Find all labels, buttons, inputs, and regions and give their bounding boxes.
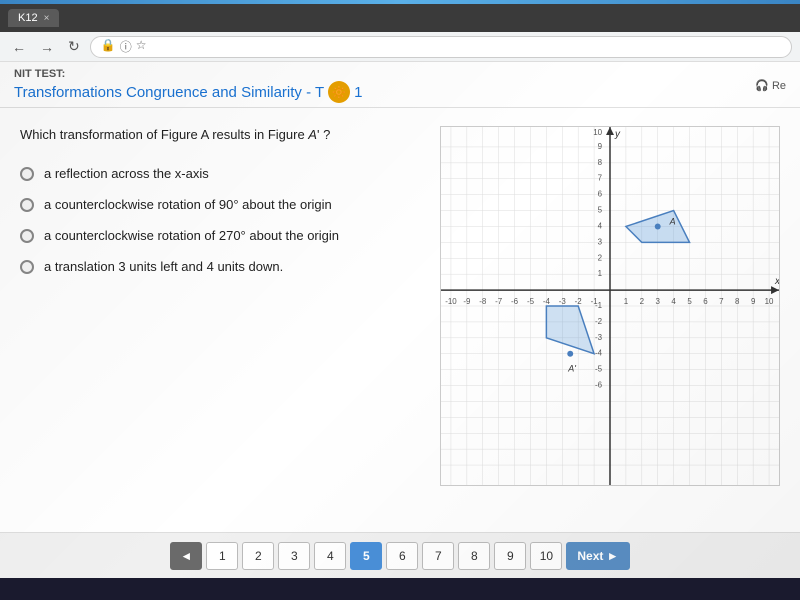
unit-header: NIT TEST: Transformations Congruence and…	[0, 62, 800, 108]
address-icons: 🔒 ⓘ ☆	[101, 38, 147, 55]
radio-c[interactable]	[20, 229, 34, 243]
svg-text:8: 8	[598, 158, 603, 167]
svg-text:6: 6	[598, 190, 603, 199]
graph-container: -1 -2 -3 -4 -5 -6 -7 -8 -9 -10 1 2 3 4 5…	[440, 126, 780, 486]
svg-text:6: 6	[703, 297, 708, 306]
options-list: a reflection across the x-axis a counter…	[20, 166, 420, 274]
page-3-button[interactable]: 3	[278, 542, 310, 570]
page-content: NIT TEST: Transformations Congruence and…	[0, 62, 800, 578]
lock-icon: 🔒	[101, 38, 116, 55]
page-5-button[interactable]: 5	[350, 542, 382, 570]
title-suffix: 1	[354, 84, 362, 101]
nav-bar: ← → ↻ 🔒 ⓘ ☆	[0, 32, 800, 62]
option-d[interactable]: a translation 3 units left and 4 units d…	[20, 259, 420, 274]
page-7-button[interactable]: 7	[422, 542, 454, 570]
page-4-button[interactable]: 4	[314, 542, 346, 570]
svg-text:-4: -4	[595, 349, 603, 358]
option-c-text: a counterclockwise rotation of 270° abou…	[44, 228, 339, 243]
option-a-text: a reflection across the x-axis	[44, 166, 209, 181]
coordinate-graph: -1 -2 -3 -4 -5 -6 -7 -8 -9 -10 1 2 3 4 5…	[441, 127, 779, 485]
svg-text:5: 5	[598, 206, 603, 215]
re-label: Re	[772, 80, 786, 92]
svg-text:9: 9	[751, 297, 756, 306]
svg-text:-4: -4	[543, 297, 551, 306]
prev-page-button[interactable]: ◄	[170, 542, 202, 570]
svg-text:2: 2	[598, 253, 603, 262]
browser-chrome: K12 ×	[0, 4, 800, 32]
browser-tab[interactable]: K12 ×	[8, 9, 59, 27]
svg-text:-6: -6	[595, 381, 603, 390]
option-a[interactable]: a reflection across the x-axis	[20, 166, 420, 181]
svg-text:-8: -8	[479, 297, 487, 306]
svg-text:7: 7	[719, 297, 724, 306]
figure-a-point	[655, 223, 661, 229]
back-button[interactable]: ←	[8, 37, 30, 57]
svg-text:3: 3	[656, 297, 661, 306]
page-8-button[interactable]: 8	[458, 542, 490, 570]
svg-text:-9: -9	[463, 297, 471, 306]
page-9-button[interactable]: 9	[494, 542, 526, 570]
question-area: Which transformation of Figure A results…	[0, 108, 800, 528]
page-2-button[interactable]: 2	[242, 542, 274, 570]
question-left: Which transformation of Figure A results…	[20, 126, 420, 518]
svg-text:-5: -5	[527, 297, 535, 306]
radio-b[interactable]	[20, 198, 34, 212]
svg-text:10: 10	[765, 297, 774, 306]
unit-title: Transformations Congruence and Similarit…	[14, 81, 362, 103]
svg-text:5: 5	[687, 297, 692, 306]
svg-text:1: 1	[624, 297, 629, 306]
pagination-bar: ◄ 1 2 3 4 5 6 7 8 9 10 Next ►	[0, 532, 800, 578]
address-bar[interactable]: 🔒 ⓘ ☆	[90, 36, 792, 58]
svg-text:7: 7	[598, 174, 603, 183]
tab-label: K12	[18, 12, 38, 24]
question-text: Which transformation of Figure A results…	[20, 126, 420, 144]
svg-text:-7: -7	[495, 297, 503, 306]
svg-text:2: 2	[640, 297, 645, 306]
page-1-button[interactable]: 1	[206, 542, 238, 570]
svg-text:x: x	[774, 276, 779, 287]
figure-a-prime-label: A'	[567, 364, 576, 374]
radio-d[interactable]	[20, 260, 34, 274]
radio-a[interactable]	[20, 167, 34, 181]
re-button[interactable]: 🎧 Re	[755, 79, 786, 92]
page-10-button[interactable]: 10	[530, 542, 562, 570]
svg-text:-3: -3	[595, 333, 603, 342]
option-d-text: a translation 3 units left and 4 units d…	[44, 259, 283, 274]
figure-a-label: A	[669, 216, 676, 226]
page-6-button[interactable]: 6	[386, 542, 418, 570]
svg-text:3: 3	[598, 237, 603, 246]
svg-text:10: 10	[593, 128, 602, 137]
svg-text:y: y	[614, 129, 621, 140]
next-button[interactable]: Next ►	[566, 542, 629, 570]
re-icon: 🎧	[755, 79, 769, 92]
svg-text:-3: -3	[559, 297, 567, 306]
svg-text:-1: -1	[595, 301, 603, 310]
bookmark-icon: ☆	[136, 38, 147, 55]
figure-a-prime-point	[567, 351, 573, 357]
svg-text:-6: -6	[511, 297, 519, 306]
svg-text:4: 4	[598, 221, 603, 230]
svg-text:1: 1	[598, 269, 603, 278]
svg-text:8: 8	[735, 297, 740, 306]
option-b[interactable]: a counterclockwise rotation of 90° about…	[20, 197, 420, 212]
option-b-text: a counterclockwise rotation of 90° about…	[44, 197, 332, 212]
svg-text:-2: -2	[575, 297, 583, 306]
info-icon: ⓘ	[120, 38, 132, 55]
forward-button[interactable]: →	[36, 37, 58, 57]
option-c[interactable]: a counterclockwise rotation of 270° abou…	[20, 228, 420, 243]
reload-button[interactable]: ↻	[64, 36, 84, 57]
title-prefix: Transformations Congruence and Similarit…	[14, 84, 324, 101]
svg-text:-2: -2	[595, 317, 603, 326]
graph-area: -1 -2 -3 -4 -5 -6 -7 -8 -9 -10 1 2 3 4 5…	[440, 126, 780, 518]
svg-text:9: 9	[598, 142, 603, 151]
test-number-badge: 🔆	[328, 81, 350, 103]
svg-text:4: 4	[671, 297, 676, 306]
svg-text:-5: -5	[595, 365, 603, 374]
tab-close-button[interactable]: ×	[44, 13, 50, 24]
unit-label: NIT TEST:	[14, 68, 362, 80]
svg-text:-10: -10	[445, 297, 457, 306]
